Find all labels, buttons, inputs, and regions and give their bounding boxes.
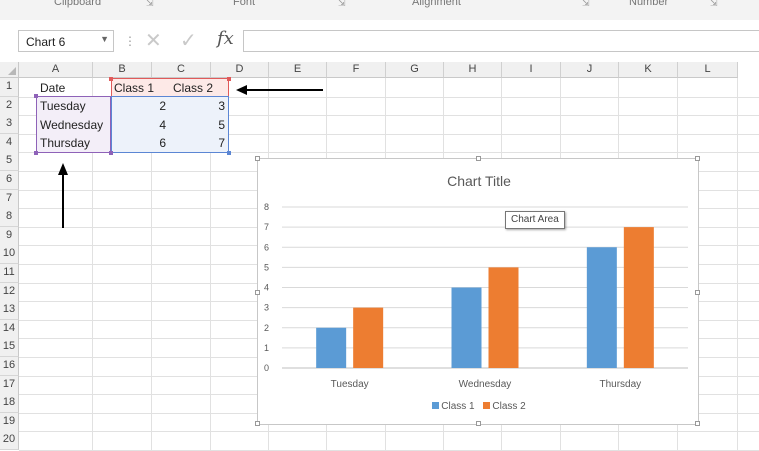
y-tick-label: 2 [264, 323, 269, 333]
chart-legend[interactable]: Class 1 Class 2 [258, 401, 700, 412]
chart-plot: 0 1 2 3 4 5 6 7 8 Tuesday Wednesday Thursday [264, 202, 688, 390]
x-tick-label: Thursday [599, 379, 641, 390]
formula-bar-grip-icon: ⋮ [124, 34, 136, 48]
ribbon-group-labels: Clipboard ⇲ Font ⇲ Alignment ⇲ Number ⇲ [0, 0, 759, 21]
bar-class-1-wednesday [451, 287, 482, 368]
chart-resize-handle[interactable] [255, 290, 260, 295]
name-box[interactable]: Chart 6 ▼ [18, 30, 114, 52]
legend-item-class-1[interactable]: Class 1 [432, 401, 475, 412]
worksheet-grid[interactable]: ABCDEFGHIJKL 1 2 3 4 5 6 7 8 9 10 11 12 13 14 15 16 17 18… [0, 62, 759, 451]
y-tick-label: 0 [264, 363, 269, 373]
legend-swatch [483, 402, 491, 409]
dialog-launcher-icon[interactable]: ⇲ [146, 0, 154, 9]
bar-class-1-tuesday [316, 327, 347, 368]
y-tick-label: 6 [264, 242, 269, 252]
x-tick-label: Tuesday [331, 379, 369, 390]
bar-class-2-thursday [623, 227, 654, 368]
legend-swatch [432, 402, 440, 409]
cancel-icon[interactable]: ✕ [145, 28, 162, 53]
dialog-launcher-icon[interactable]: ⇲ [338, 0, 346, 9]
bar-class-2-tuesday [353, 307, 384, 368]
y-tick-label: 5 [264, 262, 269, 272]
chevron-down-icon[interactable]: ▼ [100, 34, 109, 44]
chart-resize-handle[interactable] [476, 421, 481, 426]
y-tick-label: 1 [264, 343, 269, 353]
bar-class-2-wednesday [488, 267, 519, 368]
ribbon-group-font: Font [233, 0, 256, 8]
y-tick-label: 4 [264, 283, 269, 293]
ribbon-group-number: Number [629, 0, 669, 8]
legend-label: Class 1 [441, 401, 475, 412]
ribbon-group-clipboard: Clipboard [54, 0, 102, 8]
insert-function-icon[interactable]: fx [217, 28, 234, 49]
arrow-up-icon [58, 163, 68, 228]
chart-resize-handle[interactable] [695, 421, 700, 426]
chart-resize-handle[interactable] [255, 156, 260, 161]
legend-item-class-2[interactable]: Class 2 [483, 401, 526, 412]
arrow-left-icon [236, 85, 323, 95]
dialog-launcher-icon[interactable]: ⇲ [710, 0, 718, 9]
y-tick-label: 8 [264, 202, 269, 212]
y-tick-label: 7 [264, 222, 269, 232]
chart-area-tooltip: Chart Area [505, 211, 565, 229]
chart-resize-handle[interactable] [695, 156, 700, 161]
y-tick-label: 3 [264, 303, 269, 313]
ribbon-group-alignment: Alignment [412, 0, 461, 8]
x-tick-label: Wednesday [459, 379, 512, 390]
bar-class-1-thursday [586, 247, 617, 368]
chart-area[interactable]: Chart Title 0 1 2 3 4 5 6 7 8 Tuesday Wednesday Thu… [255, 156, 700, 426]
dialog-launcher-icon[interactable]: ⇲ [582, 0, 590, 9]
chart-resize-handle[interactable] [695, 290, 700, 295]
name-box-value: Chart 6 [26, 35, 66, 49]
enter-check-icon[interactable]: ✓ [180, 28, 197, 53]
legend-label: Class 2 [492, 401, 526, 412]
formula-input[interactable] [243, 30, 759, 52]
chart-resize-handle[interactable] [255, 421, 260, 426]
chart-resize-handle[interactable] [476, 156, 481, 161]
